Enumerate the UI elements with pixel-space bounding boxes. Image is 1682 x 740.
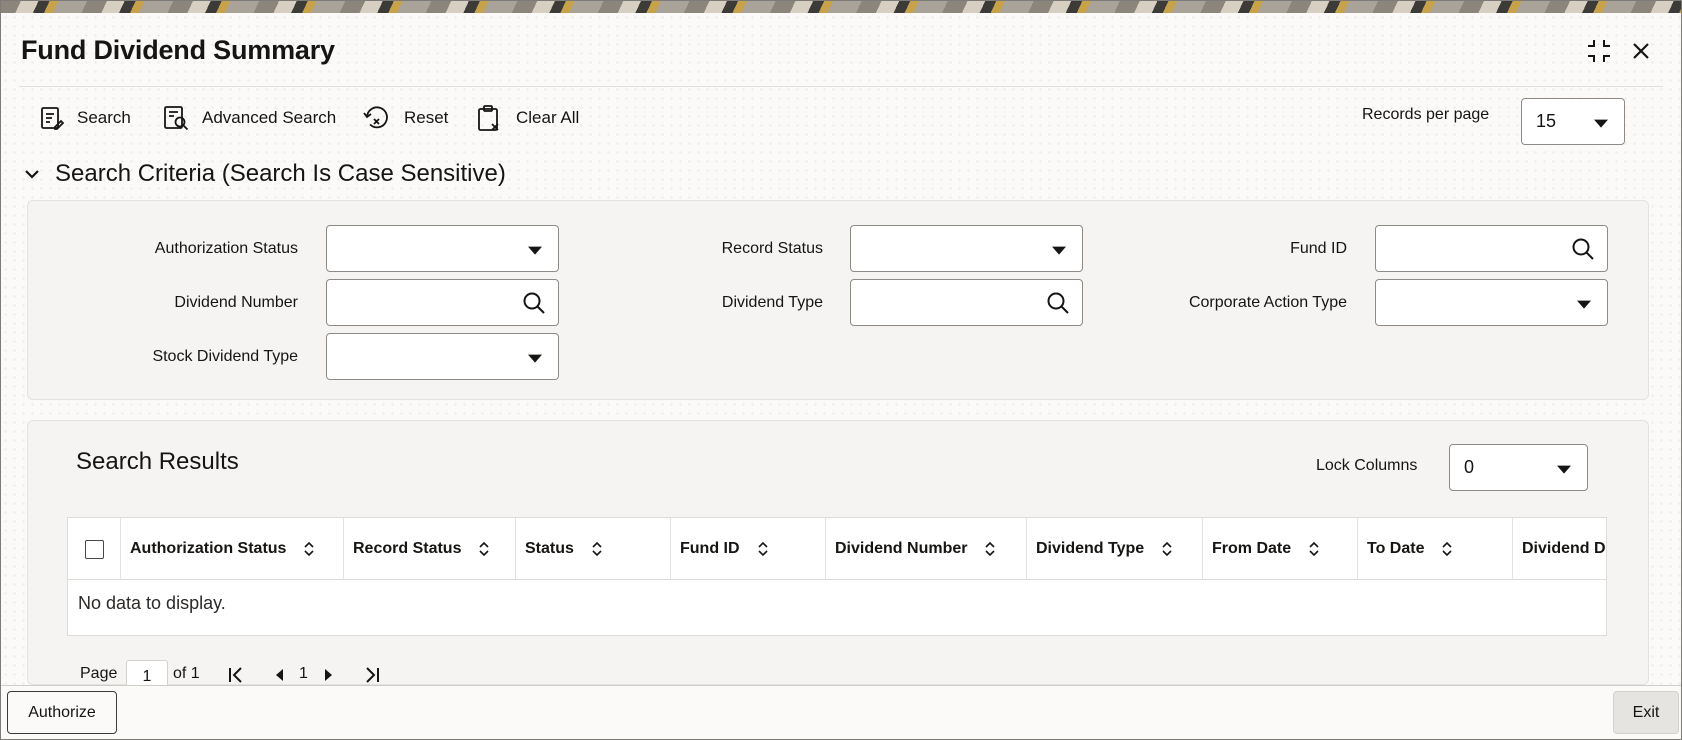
dividend-type-label: Dividend Type bbox=[721, 294, 823, 311]
authorization-status-select[interactable] bbox=[326, 225, 559, 272]
maximize-icon[interactable] bbox=[1585, 37, 1613, 65]
authorization-status-label: Authorization Status bbox=[154, 240, 298, 257]
stock-dividend-type-label: Stock Dividend Type bbox=[152, 348, 298, 365]
record-status-select[interactable] bbox=[850, 225, 1083, 272]
search-icon[interactable] bbox=[1571, 237, 1595, 261]
table-header-row: Authorization Status Record Status Statu… bbox=[68, 518, 1606, 580]
results-table: Authorization Status Record Status Statu… bbox=[67, 517, 1607, 636]
reset-icon bbox=[363, 106, 388, 129]
sort-icon[interactable] bbox=[592, 541, 602, 557]
lock-columns-label: Lock Columns bbox=[1316, 457, 1418, 474]
empty-message: No data to display. bbox=[78, 593, 226, 613]
lock-columns-select[interactable]: 0 bbox=[1449, 444, 1588, 491]
search-criteria-toggle[interactable]: Search Criteria (Search Is Case Sensitiv… bbox=[24, 160, 506, 188]
sort-icon[interactable] bbox=[1162, 541, 1172, 557]
page-count-label: of 1 bbox=[173, 665, 200, 682]
chevron-down-icon bbox=[1577, 300, 1591, 309]
current-page-number[interactable]: 1 bbox=[299, 665, 308, 683]
fund-id-label: Fund ID bbox=[1290, 240, 1347, 257]
header-banner bbox=[1, 1, 1681, 13]
chevron-down-icon bbox=[25, 170, 39, 179]
select-all-cell bbox=[68, 518, 121, 580]
page-label: Page bbox=[80, 665, 118, 682]
advanced-search-button[interactable]: Advanced Search bbox=[163, 103, 336, 133]
sort-icon[interactable] bbox=[479, 541, 490, 557]
search-button[interactable]: Search bbox=[40, 103, 131, 133]
records-per-page-select[interactable]: 15 bbox=[1521, 98, 1625, 145]
column-header[interactable]: Status bbox=[516, 518, 671, 580]
column-header-label: Authorization Status bbox=[130, 540, 287, 557]
dividend-number-label: Dividend Number bbox=[174, 294, 298, 311]
chevron-down-icon bbox=[1052, 246, 1066, 255]
chevron-down-icon bbox=[1594, 119, 1608, 128]
column-header[interactable]: Dividend D bbox=[1513, 518, 1606, 580]
clear-all-label: Clear All bbox=[516, 108, 580, 127]
column-header-label: To Date bbox=[1367, 540, 1425, 557]
sort-icon[interactable] bbox=[985, 541, 996, 557]
search-icon[interactable] bbox=[1046, 291, 1070, 315]
column-header[interactable]: From Date bbox=[1203, 518, 1358, 580]
column-header[interactable]: To Date bbox=[1358, 518, 1513, 580]
chevron-down-icon bbox=[528, 354, 542, 363]
column-header-label: Fund ID bbox=[680, 540, 740, 557]
clear-all-icon bbox=[478, 105, 499, 131]
sort-icon[interactable] bbox=[1309, 541, 1319, 557]
sort-icon[interactable] bbox=[757, 541, 768, 557]
exit-button[interactable]: Exit bbox=[1613, 691, 1679, 734]
corporate-action-type-select[interactable] bbox=[1375, 279, 1608, 326]
page-title: Fund Dividend Summary bbox=[21, 35, 335, 65]
advanced-search-label: Advanced Search bbox=[202, 108, 337, 127]
column-header-label: Dividend Number bbox=[835, 540, 968, 557]
search-icon[interactable] bbox=[522, 291, 546, 315]
dividend-type-field[interactable] bbox=[850, 279, 1083, 326]
footer-bar bbox=[1, 685, 1681, 739]
authorize-button[interactable]: Authorize bbox=[7, 691, 117, 734]
records-per-page-value: 15 bbox=[1536, 111, 1557, 131]
records-per-page-label: Records per page bbox=[1362, 106, 1490, 123]
dividend-number-field[interactable] bbox=[326, 279, 559, 326]
column-header[interactable]: Dividend Type bbox=[1027, 518, 1203, 580]
column-header[interactable]: Fund ID bbox=[671, 518, 826, 580]
sort-icon[interactable] bbox=[1442, 541, 1453, 557]
search-button-label: Search bbox=[77, 108, 131, 127]
search-icon bbox=[41, 107, 64, 130]
column-header[interactable]: Dividend Number bbox=[826, 518, 1027, 580]
corporate-action-type-label: Corporate Action Type bbox=[1188, 294, 1347, 311]
column-header-label: From Date bbox=[1212, 540, 1292, 557]
search-criteria-heading: Search Criteria (Search Is Case Sensitiv… bbox=[55, 160, 506, 187]
column-header[interactable]: Record Status bbox=[344, 518, 516, 580]
title-divider bbox=[19, 86, 1663, 87]
column-header[interactable]: Authorization Status bbox=[121, 518, 344, 580]
sort-icon[interactable] bbox=[304, 541, 315, 557]
stock-dividend-type-select[interactable] bbox=[326, 333, 559, 380]
advanced-search-icon bbox=[164, 106, 189, 131]
chevron-down-icon bbox=[1557, 465, 1571, 474]
select-all-checkbox[interactable] bbox=[84, 539, 104, 559]
column-header-label: Dividend D bbox=[1522, 540, 1606, 557]
search-results-heading: Search Results bbox=[76, 448, 239, 475]
lock-columns-value: 0 bbox=[1464, 457, 1475, 477]
column-header-label: Status bbox=[525, 540, 574, 557]
app-window: Fund Dividend Summary Search Advanced Se… bbox=[0, 0, 1682, 740]
reset-button-label: Reset bbox=[404, 108, 449, 127]
column-header-label: Dividend Type bbox=[1036, 540, 1145, 557]
close-icon[interactable] bbox=[1627, 37, 1655, 65]
chevron-down-icon bbox=[528, 246, 542, 255]
record-status-label: Record Status bbox=[721, 240, 823, 257]
fund-id-field[interactable] bbox=[1375, 225, 1608, 272]
column-header-label: Record Status bbox=[353, 540, 462, 557]
reset-button[interactable]: Reset bbox=[363, 103, 448, 133]
clear-all-button[interactable]: Clear All bbox=[477, 103, 579, 133]
